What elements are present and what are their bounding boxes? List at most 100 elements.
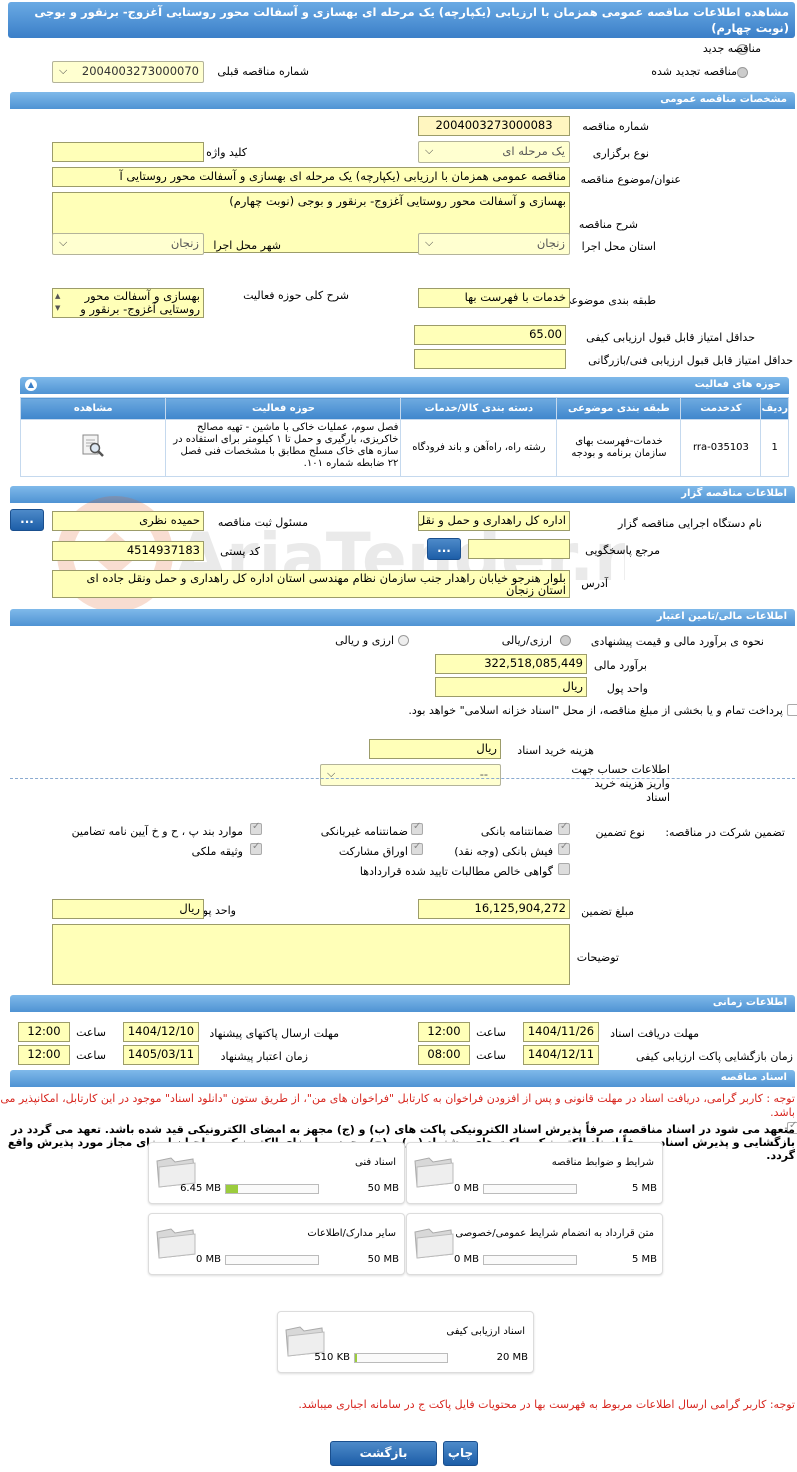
footer-notice: توجه: کاربر گرامی ارسال اطلاعات مربوط به… (298, 1398, 795, 1411)
estimate-field: 322,518,085,449 (435, 654, 587, 674)
ref-browse-button[interactable]: ... (427, 538, 461, 560)
postal-label: کد پستی (220, 545, 260, 558)
guarantee-label: تضمین شرکت در مناقصه: (665, 826, 785, 839)
org-field: اداره کل راهداری و حمل و نقل (418, 511, 570, 531)
guarantee-amount-label: مبلغ تضمین (581, 905, 634, 918)
guarantee-type-label: نوع تضمین (595, 826, 645, 839)
doc-card-terms[interactable]: شرایط و ضوابط مناقصه 0 MB 5 MB (406, 1142, 663, 1204)
province-label: استان محل اجرا (581, 240, 656, 253)
desc-label: شرح مناقصه (578, 218, 638, 231)
activities-table: ردیف کدخدمت طبقه بندی موضوعی دسته بندی ک… (19, 397, 789, 477)
province-value: زنجان (536, 236, 565, 250)
bank-label: ضمانتنامه بانکی (480, 825, 553, 838)
doc-card-technical[interactable]: اسناد فنی 6.45 MB 50 MB (148, 1142, 405, 1204)
category-field: خدمات با فهرست بها (418, 288, 570, 308)
opt1-label: ارزی/ریالی (501, 634, 552, 647)
keyword-label: کلید واژه (206, 146, 247, 159)
officer-browse-button[interactable]: ... (10, 509, 44, 531)
type-select[interactable]: ⌵ یک مرحله ای (418, 141, 570, 163)
doc-cost-label: هزینه خرید اسناد (517, 744, 594, 757)
col-group: دسته بندی کالا/خدمات (400, 397, 558, 420)
claims-checkbox (558, 863, 570, 875)
print-button[interactable]: چاپ (443, 1441, 478, 1466)
method-label: نحوه ی برآورد مالی و قیمت پیشنهادی (590, 635, 764, 648)
nonbank-checkbox (411, 821, 423, 835)
account-select[interactable]: ⌵ -- (320, 764, 501, 786)
view-document-icon[interactable] (80, 433, 106, 459)
subject-label: عنوان/موضوع مناقصه (580, 173, 681, 186)
ref-label: مرجع پاسخگویی (585, 544, 660, 557)
doc-card-max: 50 MB (367, 1183, 399, 1194)
doc-card-max: 5 MB (631, 1183, 657, 1194)
doc-card-name: اسناد ارزیابی کیفی (446, 1326, 525, 1337)
general-header: مشخصات مناقصه عمومی (10, 92, 795, 109)
scope-label: شرح کلی حوزه فعالیت (243, 289, 349, 302)
back-button[interactable]: بازگشت (330, 1441, 437, 1466)
collapse-icon[interactable]: ▲ (25, 379, 37, 391)
submit-label: مهلت ارسال پاکتهای پیشنهاد (209, 1027, 339, 1040)
doc-card-used: 6.45 MB (180, 1183, 221, 1194)
timing-header: اطلاعات زمانی (10, 995, 795, 1012)
table-row: 1 rra-035103 خدمات-فهرست بهای سازمان برن… (19, 419, 789, 477)
prev-number-value: 2004003273000070 (81, 64, 199, 78)
tech-min-label: حداقل امتیاز قابل قبول ارزیابی فنی/بازرگ… (588, 354, 793, 367)
doc-card-progress-fill (226, 1185, 238, 1193)
scope-field[interactable]: بهسازی و آسفالت محور روستایی آغزوج- برنق… (52, 288, 204, 318)
doc-card-other[interactable]: سایر مدارک/اطلاعات 0 MB 50 MB (148, 1213, 405, 1275)
keyword-input[interactable] (52, 142, 204, 162)
organizer-header: اطلاعات مناقصه گزار (10, 486, 795, 503)
activities-header: حوزه های فعالیت ▲ (20, 377, 789, 394)
unit-label: واحد پول (606, 682, 648, 695)
guarantee-unit-field: ریال (52, 899, 204, 919)
doc-receive-label: مهلت دریافت اسناد (610, 1027, 699, 1040)
treasury-checkbox[interactable] (787, 704, 797, 716)
property-checkbox (250, 841, 262, 855)
doc-card-name: سایر مدارک/اطلاعات (307, 1228, 396, 1239)
page-title: مشاهده اطلاعات مناقصه عمومی همزمان با ار… (8, 2, 795, 38)
opt2-radio[interactable] (398, 635, 409, 646)
row-activity-text: فصل سوم، عملیات خاکی با ماشین - تهیه مصا… (173, 422, 399, 469)
notes-field[interactable] (52, 924, 570, 985)
address-label: آدرس (581, 577, 608, 590)
doc-card-progress (354, 1353, 448, 1363)
doc-receive-time-label: ساعت (476, 1026, 506, 1039)
documents-notice: توجه : کاربر گرامی، دریافت اسناد در مهلت… (0, 1092, 795, 1119)
city-select[interactable]: ⌵ زنجان (52, 233, 204, 255)
type-label: نوع برگزاری (592, 147, 649, 160)
notes-label: توضیحات (576, 951, 619, 964)
doc-card-contract[interactable]: متن قرارداد به انضمام شرایط عمومی/خصوصی … (406, 1213, 663, 1275)
chevron-down-icon: ⌵ (59, 236, 68, 249)
row-view[interactable] (19, 419, 167, 477)
open-time: 08:00 (418, 1045, 470, 1065)
province-select[interactable]: ⌵ زنجان (418, 233, 570, 255)
renewed-tender-radio[interactable] (737, 67, 748, 78)
doc-card-quality[interactable]: اسناد ارزیابی کیفی 510 KB 20 MB (277, 1311, 534, 1373)
new-tender-label: مناقصه جدید (702, 42, 761, 55)
validity-time-label: ساعت (76, 1049, 106, 1062)
treasury-text: پرداخت تمام و یا بخشی از مبلغ مناقصه، از… (408, 704, 783, 717)
postal-field: 4514937183 (52, 541, 204, 561)
doc-card-used: 510 KB (314, 1352, 350, 1363)
opt1-radio[interactable] (560, 635, 571, 646)
scroll-arrows-icon[interactable]: ▲ ▼ (55, 290, 60, 314)
city-label: شهر محل اجرا (213, 239, 281, 252)
account-label: اطلاعات حساب جهت واریز هزینه خرید اسناد (571, 763, 670, 804)
prev-number-select[interactable]: ⌵ 2004003273000070 (52, 61, 204, 83)
cash-checkbox (558, 841, 570, 855)
bonds-checkbox (411, 841, 423, 855)
chevron-down-icon: ⌵ (425, 236, 434, 249)
validity-date: 1405/03/11 (123, 1045, 199, 1065)
tender-number-field: 2004003273000083 (418, 116, 570, 136)
activities-title: حوزه های فعالیت (694, 379, 781, 390)
row-code: rra-035103 (680, 419, 762, 477)
doc-card-progress (225, 1255, 319, 1265)
chevron-down-icon: ⌵ (425, 144, 434, 157)
doc-card-name: متن قرارداد به انضمام شرایط عمومی/خصوصی (455, 1228, 654, 1239)
col-view: مشاهده (19, 397, 167, 420)
subject-field[interactable]: مناقصه عمومی همزمان با ارزیابی (یکپارچه)… (52, 167, 570, 187)
doc-card-used: 0 MB (195, 1254, 221, 1265)
col-code: کدخدمت (680, 397, 762, 420)
quality-min-label: حداقل امتیاز قابل قبول ارزیابی کیفی (586, 331, 755, 344)
open-label: زمان بازگشایی پاکت ارزیابی کیفی (635, 1050, 793, 1063)
validity-label: زمان اعتبار پیشنهاد (220, 1050, 308, 1063)
